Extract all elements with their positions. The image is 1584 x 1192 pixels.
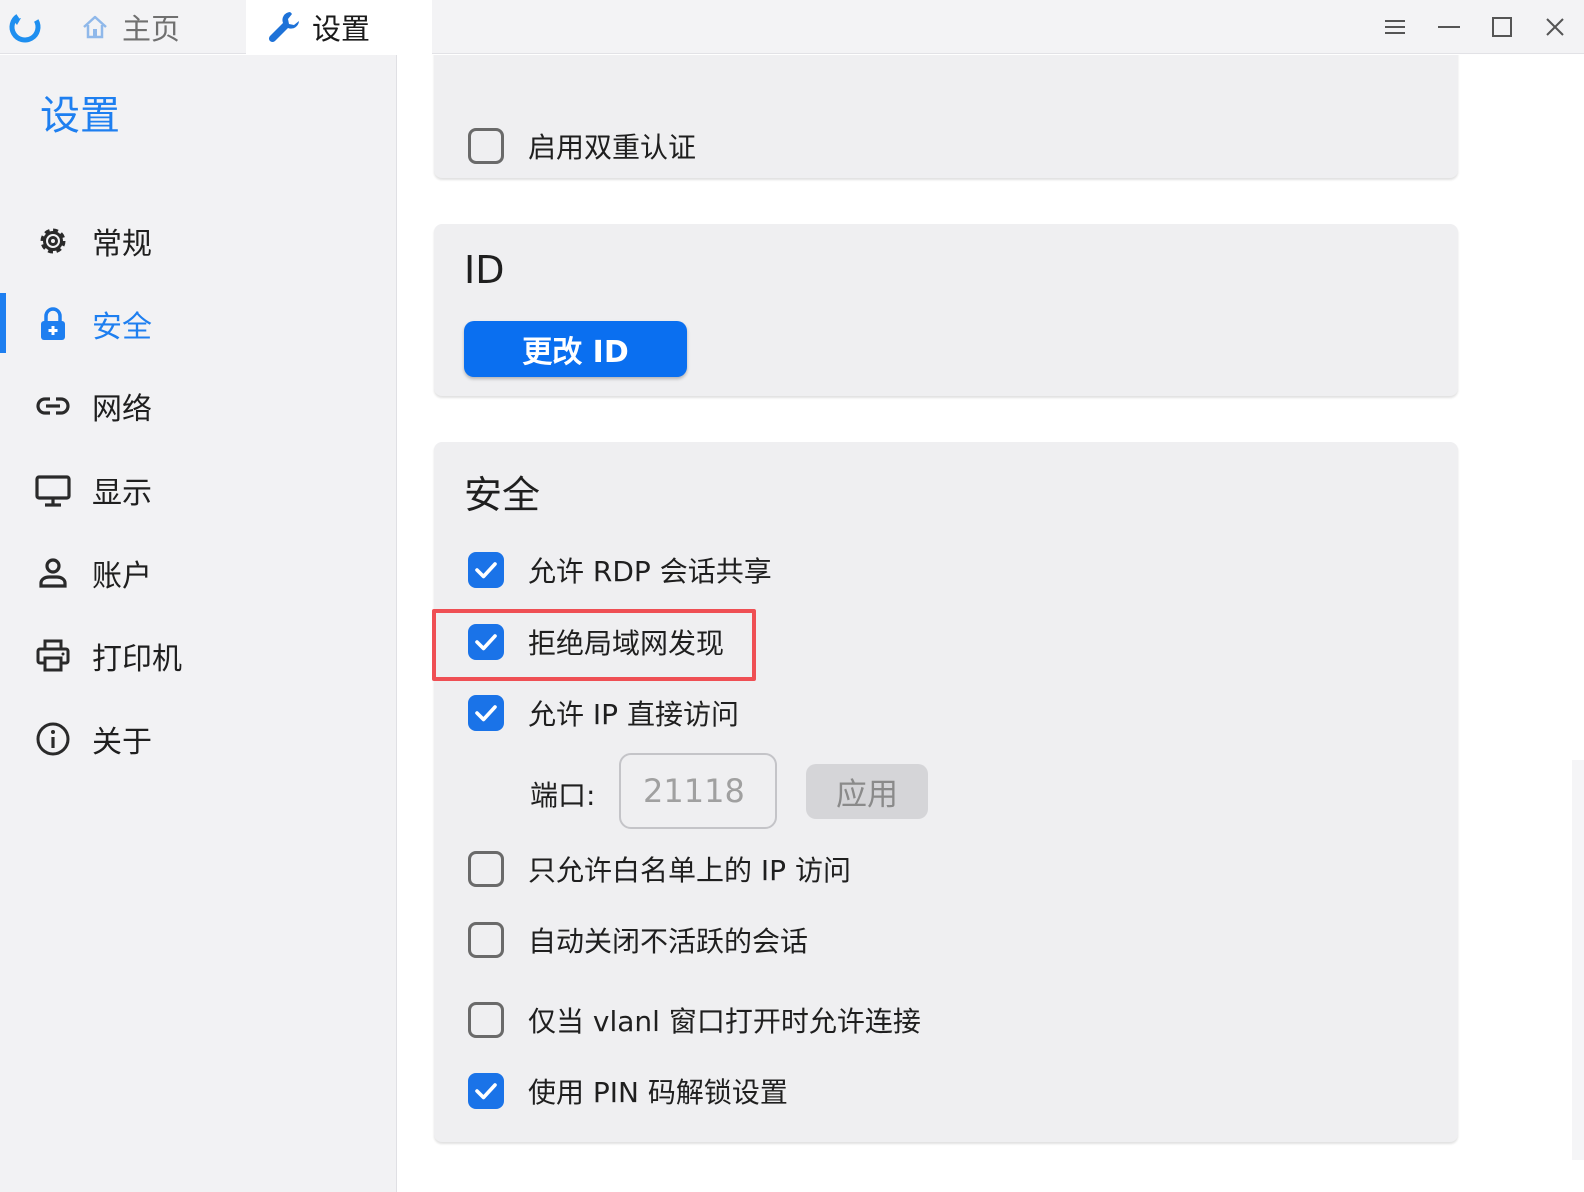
maximize-icon[interactable] [1487,12,1517,42]
info-icon [36,722,70,756]
user-icon [39,558,67,588]
sidebar-item-label: 打印机 [92,642,182,677]
window-open-only-label: 仅当 vlanl 窗口打开时允许连接 [528,1005,921,1038]
security-card-title: 安全 [464,473,541,517]
check-icon [475,705,497,722]
auto-close-sessions-checkbox[interactable] [468,922,504,958]
auto-close-sessions-label: 自动关闭不活跃的会话 [528,925,809,958]
sidebar-item-about[interactable]: 关于 [0,704,397,774]
id-card: ID 更改 ID [434,224,1458,396]
window-open-only-option[interactable]: 仅当 vlanl 窗口打开时允许连接 [468,1000,921,1040]
sidebar-item-account[interactable]: 账户 [0,538,397,608]
gear-icon [40,228,66,254]
link-icon [36,397,70,415]
change-id-button[interactable]: 更改 ID [464,321,687,377]
scrollbar-track[interactable] [1572,760,1584,1160]
check-icon [475,562,497,579]
menu-icon[interactable] [1380,12,1410,42]
home-icon [83,15,107,39]
direct-ip-access-option[interactable]: 允许 IP 直接访问 [468,693,739,733]
app-logo-icon [9,11,41,43]
rdp-share-option[interactable]: 允许 RDP 会话共享 [468,550,772,590]
sidebar-item-label: 显示 [92,476,152,511]
tab-home[interactable]: 主页 [80,0,246,54]
sidebar-item-label: 关于 [92,725,152,760]
tab-home-label: 主页 [122,12,181,46]
pin-unlock-label: 使用 PIN 码解锁设置 [528,1076,788,1109]
check-icon [475,1083,497,1100]
sidebar-item-label: 账户 [92,559,152,594]
minimize-icon[interactable] [1434,12,1464,42]
auto-close-sessions-option[interactable]: 自动关闭不活跃的会话 [468,920,808,960]
sidebar-item-security[interactable]: 安全 [0,289,397,359]
two-factor-label: 启用双重认证 [528,131,697,164]
rdp-share-label: 允许 RDP 会话共享 [528,555,772,588]
pin-unlock-checkbox[interactable] [468,1073,504,1109]
sidebar-item-network[interactable]: 网络 [0,371,397,441]
id-card-title: ID [464,248,505,292]
sidebar-item-display[interactable]: 显示 [0,455,397,525]
title-bar: 主页 设置 [0,0,1584,54]
tab-settings-label: 设置 [312,12,371,46]
sidebar-item-label: 网络 [92,392,152,427]
close-icon[interactable] [1540,12,1570,42]
two-factor-checkbox-row[interactable]: 启用双重认证 [468,126,696,166]
highlight-box [432,609,756,681]
sidebar-item-label: 安全 [92,310,152,345]
monitor-icon [35,475,71,507]
sidebar-item-label: 常规 [92,227,152,262]
app-window: 主页 设置 设置 常规 安全 网络 显示 账户 打印机 关于 启用双重认证 ID… [0,0,1584,1192]
sidebar-title: 设置 [40,93,120,139]
port-label: 端口: [530,779,596,812]
ip-whitelist-option[interactable]: 只允许白名单上的 IP 访问 [468,849,851,889]
direct-ip-access-checkbox[interactable] [468,695,504,731]
tab-settings[interactable]: 设置 [246,0,432,54]
direct-ip-access-label: 允许 IP 直接访问 [528,698,739,731]
sidebar-item-printer[interactable]: 打印机 [0,621,397,691]
ip-whitelist-label: 只允许白名单上的 IP 访问 [528,854,851,887]
wrench-icon [268,12,299,43]
security-card: 安全 允许 RDP 会话共享 拒绝局域网发现 允许 IP 直接访问 端口: 21… [434,442,1458,1142]
lock-icon [41,307,65,340]
apply-button[interactable]: 应用 [806,764,928,819]
ip-whitelist-checkbox[interactable] [468,851,504,887]
two-factor-checkbox[interactable] [468,128,504,164]
two-factor-card: 启用双重认证 [434,55,1458,178]
port-input[interactable]: 21118 [619,753,777,829]
printer-icon [36,639,70,672]
sidebar-item-general[interactable]: 常规 [0,206,397,276]
rdp-share-checkbox[interactable] [468,552,504,588]
window-open-only-checkbox[interactable] [468,1002,504,1038]
pin-unlock-option[interactable]: 使用 PIN 码解锁设置 [468,1071,788,1111]
sidebar: 设置 常规 安全 网络 显示 账户 打印机 关于 [0,55,397,1192]
